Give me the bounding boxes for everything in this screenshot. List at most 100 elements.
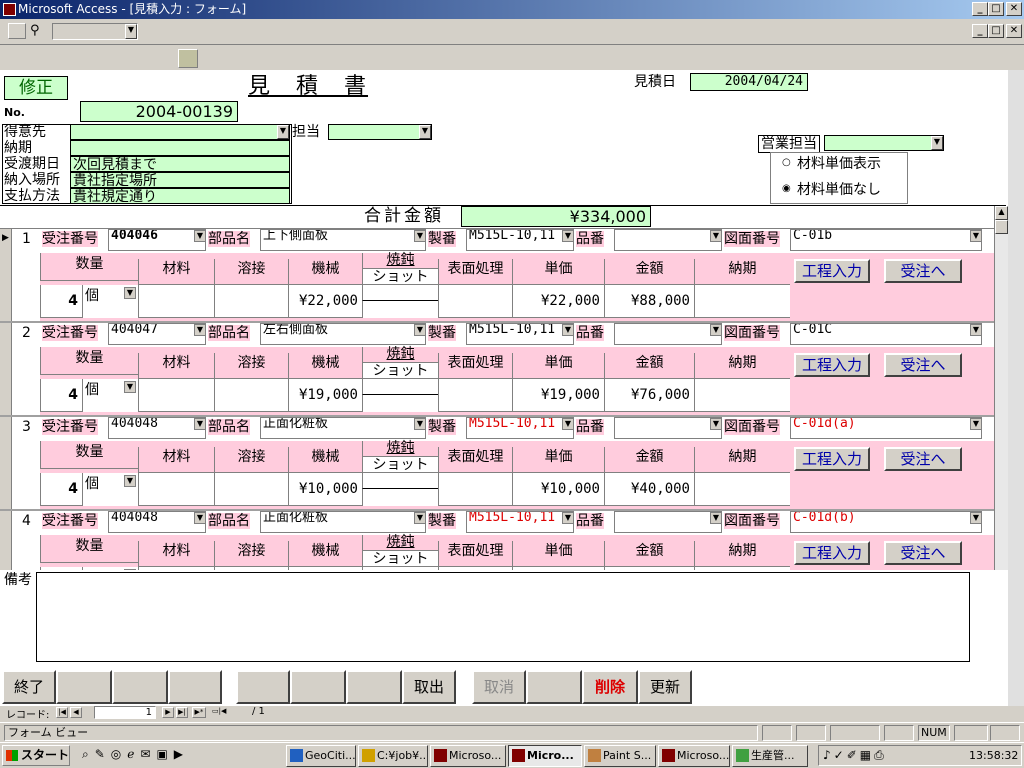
unit_price-value[interactable]: ¥19,000 <box>512 379 604 412</box>
taskbar-task[interactable]: Microso... <box>430 745 506 767</box>
pen-icon[interactable]: ✐ <box>847 748 860 762</box>
customer-combo[interactable]: ▼ <box>70 124 290 140</box>
chevron-down-icon[interactable]: ▼ <box>562 230 574 242</box>
ime-icon[interactable]: ✓ <box>834 748 847 762</box>
find-icon[interactable]: ⚲ <box>30 23 48 39</box>
machine-value[interactable]: ¥19,000 <box>288 379 362 412</box>
drawing-no-field[interactable]: C-01d(a) <box>790 417 982 439</box>
material-value[interactable] <box>138 379 214 412</box>
qty-value[interactable] <box>40 567 82 570</box>
taskbar-task[interactable]: Paint S... <box>584 745 656 767</box>
welding-value[interactable] <box>214 379 288 412</box>
doc-minimize-button[interactable]: _ <box>972 24 988 38</box>
process-input-button[interactable]: 工程入力 <box>794 447 870 471</box>
unit_price-value[interactable]: ¥10,000 <box>512 473 604 506</box>
welding-value[interactable] <box>214 285 288 318</box>
order-no-field[interactable]: 404046 <box>108 229 206 251</box>
hinban-field[interactable] <box>614 229 722 251</box>
handover-field[interactable]: 次回見積まで <box>70 156 290 173</box>
scroll-up-icon[interactable]: ▲ <box>995 206 1008 220</box>
blank-button-1[interactable] <box>56 670 112 704</box>
radio-selected-icon[interactable]: ◉ <box>782 183 791 194</box>
chevron-down-icon[interactable]: ▼ <box>931 136 943 150</box>
close-button[interactable]: ✕ <box>1006 2 1022 16</box>
due-value[interactable] <box>694 285 790 318</box>
shot-value[interactable] <box>362 489 438 506</box>
surface-value[interactable] <box>438 379 512 412</box>
access-app-icon[interactable] <box>3 3 16 16</box>
chevron-down-icon[interactable]: ▼ <box>419 125 431 139</box>
blank-button-4[interactable] <box>236 670 290 704</box>
start-button[interactable]: スタート <box>2 745 70 766</box>
chevron-down-icon[interactable]: ▼ <box>124 287 136 299</box>
part-name-field[interactable]: 正面化粧板 <box>260 511 426 533</box>
chevron-down-icon[interactable]: ▼ <box>562 512 574 524</box>
hinban-field[interactable] <box>614 511 722 533</box>
minimize-button[interactable]: _ <box>972 2 988 16</box>
material-value[interactable] <box>138 285 214 318</box>
part-name-field[interactable]: 上下側面板 <box>260 229 426 251</box>
record-selector[interactable]: ▶ <box>0 229 12 321</box>
quench-value[interactable] <box>362 285 438 301</box>
unit_price-value[interactable]: ¥22,000 <box>512 285 604 318</box>
order-no-field[interactable]: 404047 <box>108 323 206 345</box>
blank-button-3[interactable] <box>168 670 222 704</box>
chevron-down-icon[interactable]: ▼ <box>414 230 426 242</box>
surface-value[interactable] <box>438 567 512 570</box>
blank-button-6[interactable] <box>346 670 402 704</box>
chevron-down-icon[interactable]: ▼ <box>194 418 206 430</box>
process-input-button[interactable]: 工程入力 <box>794 541 870 565</box>
chevron-down-icon[interactable]: ▼ <box>562 324 574 336</box>
chevron-down-icon[interactable]: ▼ <box>414 324 426 336</box>
chevron-down-icon[interactable]: ▼ <box>970 512 982 524</box>
place-field[interactable]: 貴社指定場所 <box>70 172 290 189</box>
person-combo[interactable]: ▼ <box>328 124 432 140</box>
to-order-button[interactable]: 受注へ <box>884 259 962 283</box>
blank-button-2[interactable] <box>112 670 168 704</box>
mail-icon[interactable]: ✉ <box>140 747 156 761</box>
drawing-no-field[interactable]: C-01C <box>790 323 982 345</box>
taskbar-task[interactable]: Microso... <box>658 745 730 767</box>
chevron-down-icon[interactable]: ▼ <box>970 230 982 242</box>
end-button[interactable]: 終了 <box>2 670 56 704</box>
subform-scrollbar[interactable]: ▲ <box>994 206 1008 570</box>
surface-value[interactable] <box>438 473 512 506</box>
network-icon[interactable]: ◎ <box>111 747 127 761</box>
quench-value[interactable] <box>362 379 438 395</box>
welding-value[interactable] <box>214 567 288 570</box>
record-selector[interactable] <box>0 417 12 509</box>
amount-value[interactable] <box>604 567 694 570</box>
order-no-field[interactable]: 404048 <box>108 417 206 439</box>
notepad-icon[interactable]: ✎ <box>95 747 111 761</box>
taskbar-task[interactable]: 生産管... <box>732 745 808 767</box>
explorer-icon[interactable]: ▣ <box>156 747 173 761</box>
payment-field[interactable]: 貴社規定通り <box>70 188 290 205</box>
first-record-icon[interactable]: |◀ <box>56 707 68 718</box>
radio-unselected-icon[interactable]: ○ <box>782 157 791 168</box>
chevron-down-icon[interactable]: ▼ <box>124 569 136 570</box>
part-name-field[interactable]: 正面化粧板 <box>260 417 426 439</box>
machine-value[interactable]: ¥22,000 <box>288 285 362 318</box>
chevron-down-icon[interactable]: ▼ <box>710 230 722 242</box>
seiban-field[interactable]: M515L-10,11 <box>466 229 574 251</box>
new-record-icon[interactable]: ▶* <box>192 707 206 718</box>
record-number-input[interactable]: 1 <box>94 706 156 719</box>
to-order-button[interactable]: 受注へ <box>884 353 962 377</box>
machine-value[interactable]: ¥10,000 <box>288 473 362 506</box>
chevron-down-icon[interactable]: ▼ <box>194 512 206 524</box>
qty-value[interactable]: 4 <box>40 379 82 412</box>
prev-record-icon[interactable]: ◀ <box>70 707 82 718</box>
amount-value[interactable]: ¥40,000 <box>604 473 694 506</box>
chevron-down-icon[interactable]: ▼ <box>124 475 136 487</box>
seiban-field[interactable]: M515L-10,11 <box>466 511 574 533</box>
next-record-icon[interactable]: ▶ <box>162 707 174 718</box>
blank-button-7[interactable] <box>526 670 582 704</box>
chevron-down-icon[interactable]: ▼ <box>710 512 722 524</box>
chevron-down-icon[interactable]: ▼ <box>562 418 574 430</box>
delete-button[interactable]: 削除 <box>582 670 638 704</box>
chevron-down-icon[interactable]: ▼ <box>970 418 982 430</box>
seiban-field[interactable]: M515L-10,11 <box>466 417 574 439</box>
seiban-field[interactable]: M515L-10,11 <box>466 323 574 345</box>
record-selector[interactable] <box>0 323 12 415</box>
quench-value[interactable] <box>362 567 438 570</box>
